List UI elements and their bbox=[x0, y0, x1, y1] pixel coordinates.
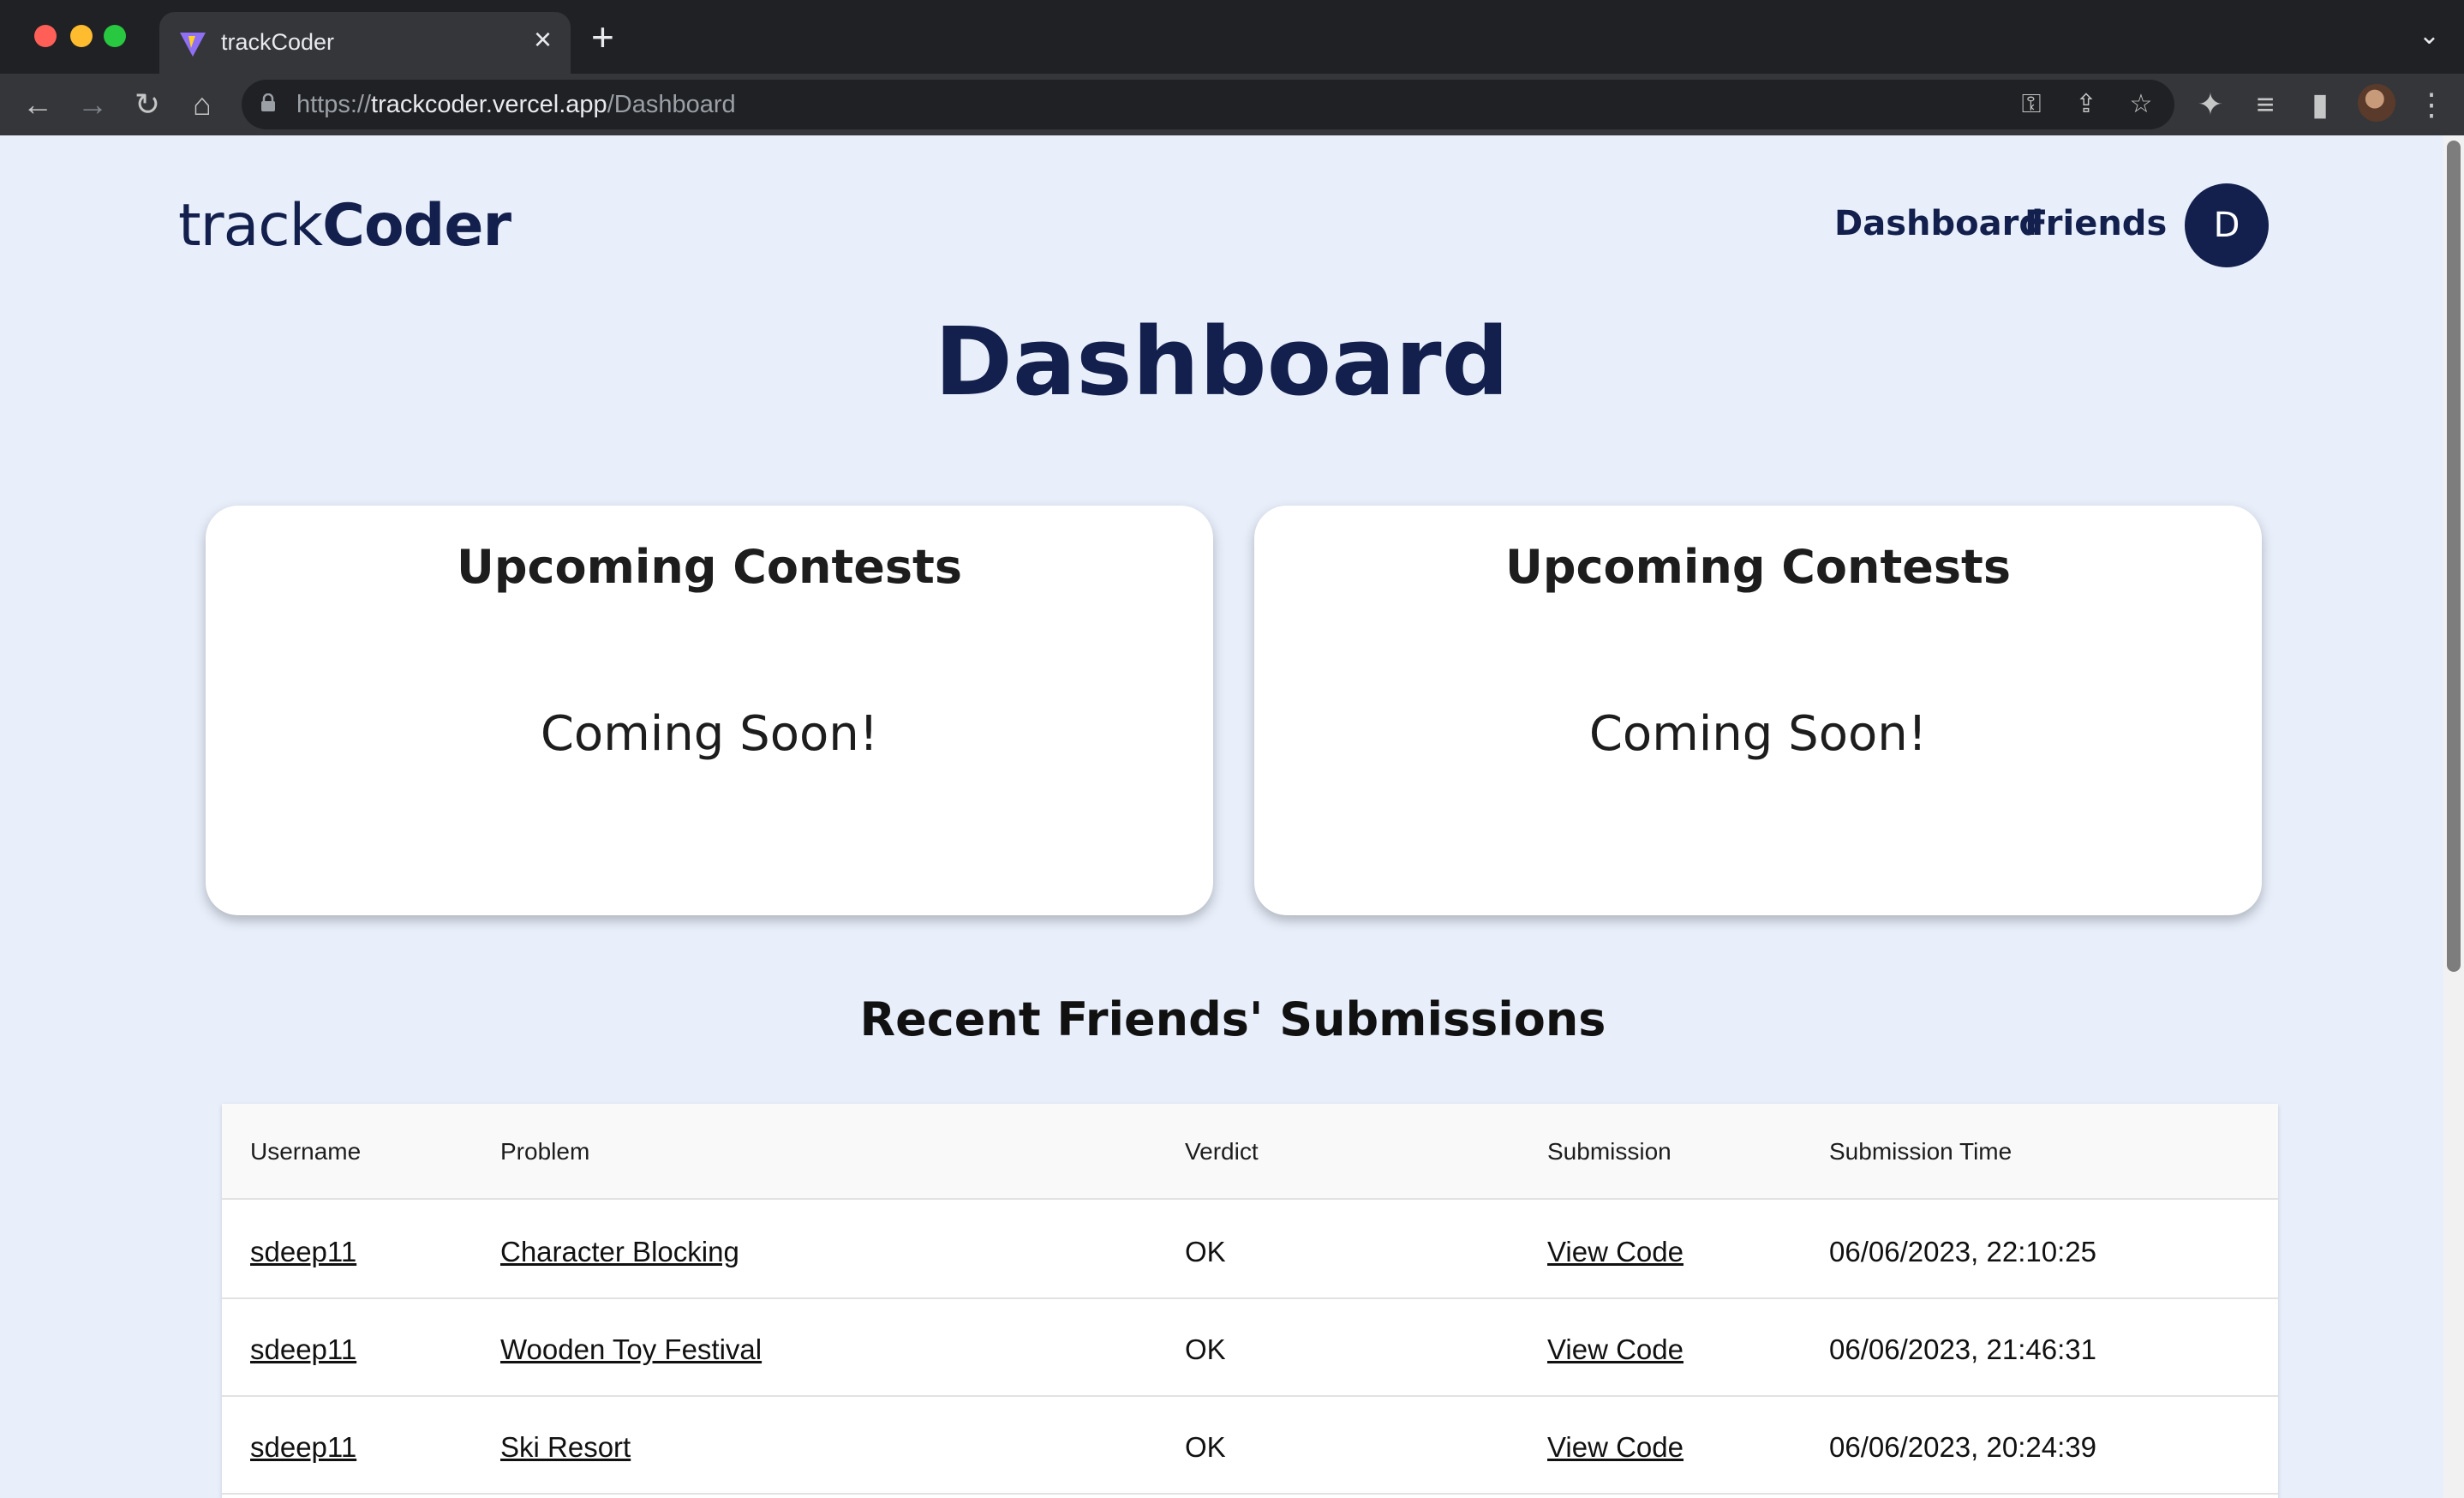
reload-icon[interactable]: ↻ bbox=[130, 87, 164, 122]
bookmark-star-icon[interactable]: ☆ bbox=[2125, 88, 2157, 121]
view-code-link[interactable]: View Code bbox=[1547, 1236, 1684, 1268]
table-header: Username Problem Verdict Submission Subm… bbox=[222, 1104, 2278, 1200]
view-code-link[interactable]: View Code bbox=[1547, 1333, 1684, 1366]
lock-icon bbox=[261, 93, 275, 111]
side-panel-icon[interactable]: ▮ bbox=[2303, 87, 2337, 122]
vite-logo-icon bbox=[180, 33, 206, 57]
close-window-button[interactable] bbox=[34, 25, 57, 47]
card-title: Upcoming Contests bbox=[1505, 540, 2011, 594]
media-queue-icon[interactable]: ≡ bbox=[2248, 87, 2282, 122]
column-header-submission: Submission bbox=[1547, 1138, 1672, 1165]
address-bar[interactable]: https://trackcoder.vercel.app/Dashboard … bbox=[242, 80, 2174, 129]
column-header-submission-time: Submission Time bbox=[1829, 1138, 2012, 1165]
column-header-problem: Problem bbox=[500, 1138, 590, 1165]
page-title: Dashboard bbox=[934, 307, 1510, 416]
card-body: Coming Soon! bbox=[1588, 706, 1928, 762]
card-title: Upcoming Contests bbox=[457, 540, 962, 594]
verdict: OK bbox=[1185, 1333, 1226, 1365]
browser-profile-avatar[interactable] bbox=[2358, 84, 2395, 122]
column-header-username: Username bbox=[250, 1138, 362, 1165]
problem-link[interactable]: Ski Resort bbox=[500, 1431, 631, 1464]
view-code-link[interactable]: View Code bbox=[1547, 1431, 1684, 1464]
verdict: OK bbox=[1185, 1236, 1226, 1267]
nav-dashboard-link[interactable]: Dashboard bbox=[1834, 204, 2043, 243]
maximize-window-button[interactable] bbox=[104, 25, 126, 47]
tab-search-chevron-icon[interactable]: ⌄ bbox=[2419, 21, 2440, 51]
close-tab-icon[interactable]: × bbox=[534, 24, 552, 55]
upcoming-contests-card: Upcoming Contests Coming Soon! bbox=[206, 506, 1213, 915]
username-link[interactable]: sdeep11 bbox=[250, 1431, 356, 1464]
problem-link[interactable]: Wooden Toy Festival bbox=[500, 1333, 762, 1366]
tab-title: trackCoder bbox=[221, 29, 335, 55]
submission-time: 06/06/2023, 22:10:25 bbox=[1829, 1236, 2096, 1267]
site-logo[interactable]: trackCoder bbox=[178, 192, 511, 260]
browser-toolbar: ← → ↻ ⌂ https://trackcoder.vercel.app/Da… bbox=[0, 74, 2464, 135]
user-avatar[interactable]: D bbox=[2185, 183, 2269, 267]
submission-time: 06/06/2023, 21:46:31 bbox=[1829, 1333, 2096, 1365]
nav-friends-link[interactable]: Friends bbox=[2024, 204, 2167, 243]
table-row: sdeep11 Wooden Toy Festival OK View Code… bbox=[222, 1299, 2278, 1397]
back-arrow-icon[interactable]: ← bbox=[21, 87, 55, 122]
problem-link[interactable]: Character Blocking bbox=[500, 1236, 739, 1268]
verdict: OK bbox=[1185, 1431, 1226, 1463]
home-icon[interactable]: ⌂ bbox=[185, 87, 219, 122]
table-row: sdeep11 Character Blocking OK View Code … bbox=[222, 1201, 2278, 1299]
browser-menu-icon[interactable]: ⋮ bbox=[2414, 87, 2449, 122]
username-link[interactable]: sdeep11 bbox=[250, 1333, 356, 1366]
scrollbar-thumb[interactable] bbox=[2447, 141, 2461, 972]
share-icon[interactable]: ⇪ bbox=[2070, 88, 2102, 121]
minimize-window-button[interactable] bbox=[70, 25, 93, 47]
upcoming-contests-card-2: Upcoming Contests Coming Soon! bbox=[1254, 506, 2262, 915]
forward-arrow-icon[interactable]: → bbox=[75, 87, 110, 122]
column-header-verdict: Verdict bbox=[1185, 1138, 1259, 1165]
new-tab-icon[interactable]: + bbox=[591, 17, 614, 57]
page-scrollbar[interactable] bbox=[2443, 135, 2464, 1498]
extensions-puzzle-icon[interactable]: ✦ bbox=[2193, 87, 2228, 122]
username-link[interactable]: sdeep11 bbox=[250, 1236, 356, 1268]
table-row: sdeep11 Ski Resort OK View Code 06/06/20… bbox=[222, 1397, 2278, 1495]
url-text: https://trackcoder.vercel.app/Dashboard bbox=[296, 91, 736, 118]
browser-tab[interactable]: trackCoder × bbox=[159, 12, 571, 74]
password-key-icon[interactable]: ⚿ bbox=[2015, 88, 2048, 121]
submissions-table: Username Problem Verdict Submission Subm… bbox=[222, 1104, 2278, 1498]
browser-tab-bar: trackCoder × + ⌄ bbox=[0, 0, 2464, 74]
submission-time: 06/06/2023, 20:24:39 bbox=[1829, 1431, 2096, 1463]
page: trackCoder Dashboard Friends D Dashboard… bbox=[0, 135, 2443, 1498]
submissions-section-title: Recent Friends' Submissions bbox=[859, 992, 1606, 1046]
card-body: Coming Soon! bbox=[540, 706, 879, 762]
